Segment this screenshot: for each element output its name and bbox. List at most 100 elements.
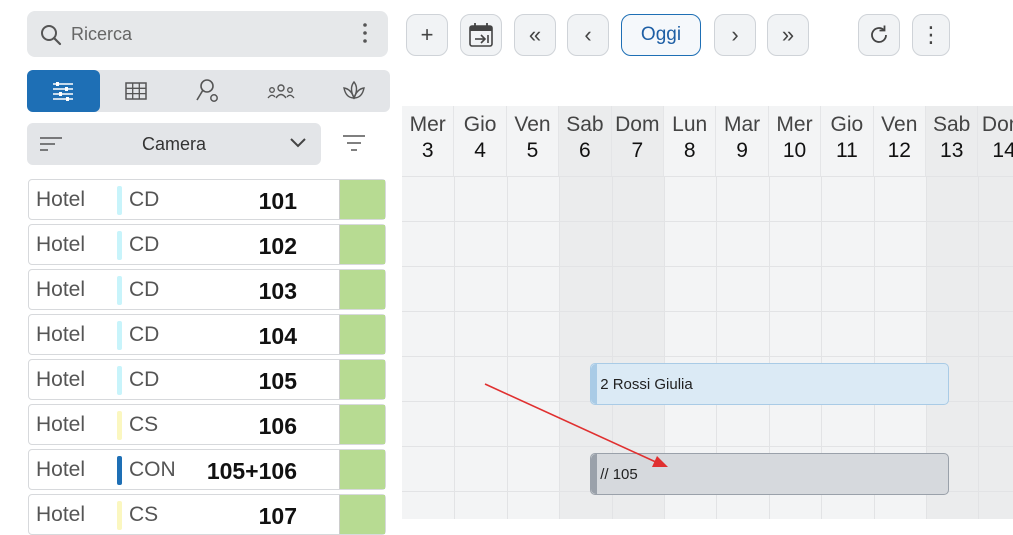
- room-row[interactable]: Hotel CON 105+106: [28, 449, 386, 490]
- category-color-bar: [117, 231, 122, 260]
- day-header[interactable]: Gio 4: [454, 106, 507, 176]
- day-name: Dom: [981, 113, 1013, 136]
- room-number: 105: [258, 368, 297, 394]
- grid-row-line: [402, 311, 1013, 312]
- room-type: Hotel: [36, 413, 86, 436]
- room-row[interactable]: Hotel CD 101: [28, 179, 386, 220]
- grid-row-line: [402, 221, 1013, 222]
- room-status-indicator[interactable]: [339, 270, 385, 309]
- room-type: Hotel: [36, 233, 86, 256]
- booking-bar[interactable]: 2 Rossi Giulia: [590, 363, 949, 405]
- group-select-label: Camera: [141, 134, 207, 154]
- day-name: Sab: [933, 113, 971, 136]
- grid-column-line: [978, 176, 980, 519]
- day-name: Lun: [672, 113, 708, 136]
- day-date: 6: [579, 139, 591, 162]
- booking-label: // 105: [600, 466, 638, 483]
- calendar-header-blank: [402, 70, 1013, 106]
- grid-row-line: [402, 266, 1013, 267]
- next-button[interactable]: ›: [714, 14, 756, 56]
- calendar-grid[interactable]: Mer 3 Gio 4 Ven 5 Sab 6 Dom 7 Lun 8 Mar 9 Mer 10 Gio 11 Ve…: [402, 70, 1013, 519]
- room-category: CD: [129, 188, 160, 211]
- room-category: CON: [129, 458, 176, 481]
- grid-row-line: [402, 176, 1013, 177]
- day-header[interactable]: Sab 6: [559, 106, 612, 176]
- grid-column-line: [506, 176, 508, 519]
- day-name: Sab: [566, 113, 604, 136]
- calendar-jump-button[interactable]: [460, 14, 502, 56]
- room-row[interactable]: Hotel CD 103: [28, 269, 386, 310]
- group-icon: [267, 84, 295, 99]
- booking-edge: [591, 364, 598, 404]
- room-status-indicator[interactable]: [339, 360, 385, 399]
- day-header[interactable]: Mar 9: [716, 106, 769, 176]
- room-row[interactable]: Hotel CS 107: [28, 494, 386, 535]
- add-button[interactable]: +: [406, 14, 448, 56]
- tab-list-settings[interactable]: [27, 70, 100, 112]
- day-date: 3: [421, 139, 434, 162]
- grid-row-line: [402, 356, 1013, 357]
- grid-column-line: [559, 176, 561, 519]
- room-status-indicator[interactable]: [339, 405, 385, 444]
- tab-key-search[interactable]: [172, 70, 245, 112]
- room-number: 101: [258, 188, 297, 214]
- day-date: 13: [940, 139, 964, 162]
- room-status-indicator[interactable]: [339, 180, 385, 219]
- day-header[interactable]: Lun 8: [664, 106, 717, 176]
- room-row[interactable]: Hotel CD 102: [28, 224, 386, 265]
- tab-grid[interactable]: [100, 70, 173, 112]
- room-row[interactable]: Hotel CD 104: [28, 314, 386, 355]
- tab-group[interactable]: [245, 70, 318, 112]
- room-number: 106: [258, 413, 297, 439]
- next-fast-button[interactable]: »: [767, 14, 809, 56]
- tab-lotus[interactable]: [317, 70, 390, 112]
- day-date: 10: [782, 139, 807, 162]
- day-header[interactable]: Gio 11: [821, 106, 874, 176]
- day-date: 4: [474, 139, 486, 162]
- room-row[interactable]: Hotel CD 105: [28, 359, 386, 400]
- room-type: Hotel: [36, 323, 86, 346]
- booking-bar[interactable]: // 105: [590, 453, 949, 495]
- lotus-icon: [342, 80, 365, 100]
- room-number: 107: [258, 503, 297, 529]
- day-header[interactable]: Sab 13: [926, 106, 979, 176]
- day-header[interactable]: Ven 12: [874, 106, 926, 176]
- room-type: Hotel: [36, 368, 86, 391]
- room-number: 104: [258, 323, 297, 349]
- search-bar[interactable]: Ricerca: [27, 11, 388, 57]
- menu-button[interactable]: ⋮: [912, 14, 950, 56]
- room-number: 103: [258, 278, 297, 304]
- room-category: CD: [129, 368, 160, 391]
- room-type: Hotel: [36, 458, 86, 481]
- day-header[interactable]: Mer 10: [769, 106, 822, 176]
- room-status-indicator[interactable]: [339, 225, 385, 264]
- day-header[interactable]: Dom 7: [612, 106, 664, 176]
- day-header[interactable]: Dom 14: [978, 106, 1013, 176]
- room-status-indicator[interactable]: [339, 315, 385, 354]
- day-header[interactable]: Ven 5: [507, 106, 560, 176]
- day-date: 9: [736, 139, 748, 162]
- day-date: 12: [887, 139, 911, 162]
- day-header[interactable]: Mer 3: [402, 106, 455, 176]
- room-category: CD: [129, 278, 160, 301]
- room-status-indicator[interactable]: [339, 450, 385, 489]
- search-input[interactable]: Ricerca: [71, 24, 132, 45]
- day-date: 5: [526, 139, 539, 162]
- category-color-bar: [117, 501, 122, 530]
- day-name: Gio: [830, 113, 864, 136]
- prev-fast-button[interactable]: «: [514, 14, 556, 56]
- category-color-bar: [117, 411, 122, 440]
- view-tabs: [27, 70, 390, 112]
- refresh-button[interactable]: [858, 14, 900, 56]
- room-row[interactable]: Hotel CS 106: [28, 404, 386, 445]
- filter-icon[interactable]: [340, 133, 368, 158]
- kebab-icon[interactable]: [362, 21, 368, 51]
- room-type: Hotel: [36, 278, 86, 301]
- category-color-bar: [117, 366, 122, 395]
- prev-button[interactable]: ‹: [567, 14, 609, 56]
- room-status-indicator[interactable]: [339, 495, 385, 534]
- key-search-icon: [196, 79, 219, 102]
- today-button[interactable]: Oggi: [621, 14, 701, 56]
- group-select[interactable]: Camera: [27, 123, 321, 165]
- booking-edge: [591, 454, 598, 494]
